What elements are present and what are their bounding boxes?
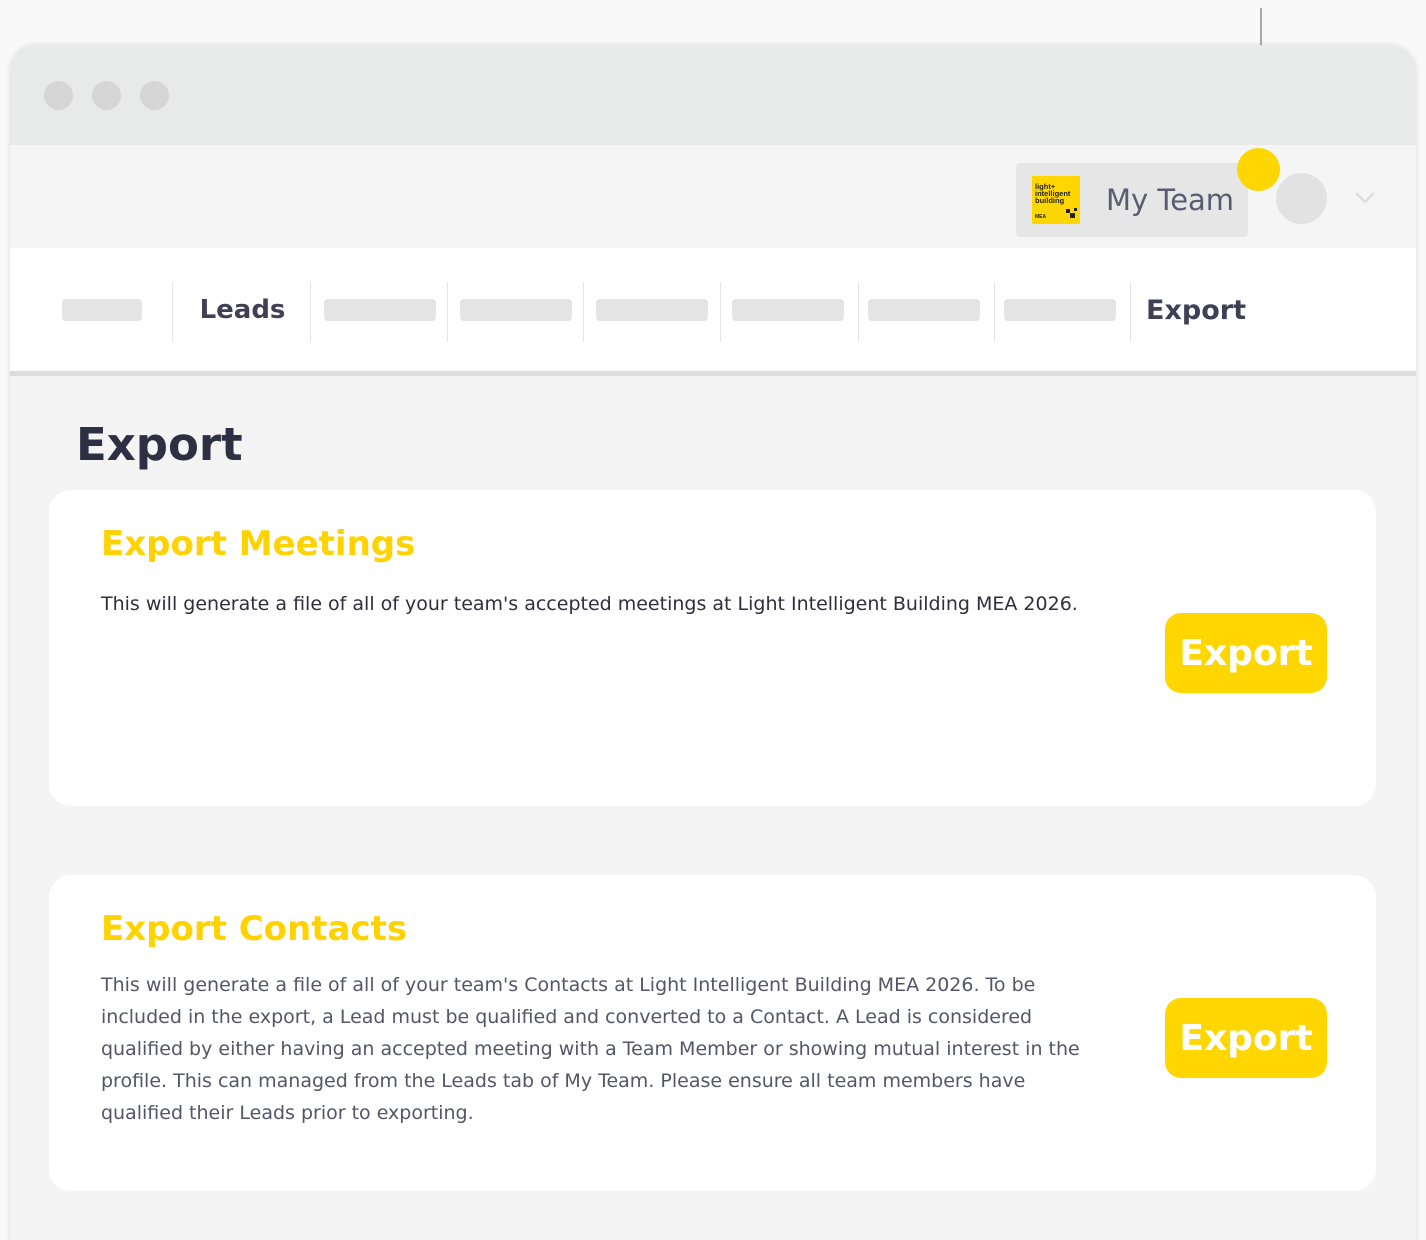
tab-label-placeholder: [324, 299, 436, 321]
tab-label-placeholder: [732, 299, 844, 321]
tab-divider: [172, 282, 173, 342]
tab-leads-label: Leads: [199, 295, 286, 325]
tab-label-placeholder: [1004, 299, 1116, 321]
team-logo: light+ intelligent building MEA: [1032, 176, 1080, 224]
team-logo-sub: MEA: [1035, 214, 1047, 220]
tab-label-placeholder: [596, 299, 708, 321]
team-name: My Team: [1106, 183, 1235, 217]
export-contacts-title: Export Contacts: [101, 909, 408, 949]
team-logo-text: light+ intelligent building: [1035, 182, 1071, 205]
tab-export[interactable]: Export: [1134, 280, 1258, 340]
app-header: light+ intelligent building MEA My Team: [10, 145, 1416, 248]
window-maximize-dot[interactable]: [140, 81, 169, 110]
avatar[interactable]: [1276, 173, 1327, 224]
export-meetings-title: Export Meetings: [101, 524, 416, 564]
window-close-dot[interactable]: [44, 81, 73, 110]
tab-label-placeholder: [868, 299, 980, 321]
tab-placeholder-3[interactable]: [324, 280, 436, 340]
tab-placeholder-8[interactable]: [1004, 280, 1116, 340]
tab-placeholder-4[interactable]: [460, 280, 572, 340]
tab-placeholder-7[interactable]: [868, 280, 980, 340]
page-title: Export: [76, 418, 243, 471]
export-meetings-card: Export Meetings This will generate a fil…: [49, 490, 1376, 806]
export-contacts-button[interactable]: Export: [1165, 998, 1327, 1078]
tab-placeholder-5[interactable]: [596, 280, 708, 340]
tab-divider: [310, 282, 311, 342]
browser-window: light+ intelligent building MEA My Team …: [10, 45, 1416, 1240]
tab-divider: [720, 282, 721, 342]
annotation-pointer-dot: [1237, 148, 1280, 191]
tab-placeholder-6[interactable]: [732, 280, 844, 340]
chevron-down-icon[interactable]: [1354, 187, 1376, 209]
tab-divider: [447, 282, 448, 342]
team-switcher[interactable]: light+ intelligent building MEA My Team: [1016, 163, 1248, 237]
tab-divider: [583, 282, 584, 342]
window-minimize-dot[interactable]: [92, 81, 121, 110]
export-meetings-button[interactable]: Export: [1165, 613, 1327, 693]
tab-divider: [994, 282, 995, 342]
tab-navigation: Leads Export: [10, 248, 1416, 376]
tab-label-placeholder: [460, 299, 572, 321]
export-contacts-description: This will generate a file of all of your…: [101, 974, 1080, 1124]
tab-divider: [1130, 282, 1131, 342]
tab-export-label: Export: [1146, 294, 1246, 326]
tab-leads[interactable]: Leads: [175, 280, 310, 340]
export-meetings-description: This will generate a file of all of your…: [101, 593, 1078, 615]
window-titlebar: [10, 45, 1416, 145]
tab-divider: [858, 282, 859, 342]
tab-label-placeholder: [62, 299, 142, 321]
export-contacts-card: Export Contacts This will generate a fil…: [49, 875, 1376, 1191]
tab-placeholder-1[interactable]: [62, 280, 142, 340]
